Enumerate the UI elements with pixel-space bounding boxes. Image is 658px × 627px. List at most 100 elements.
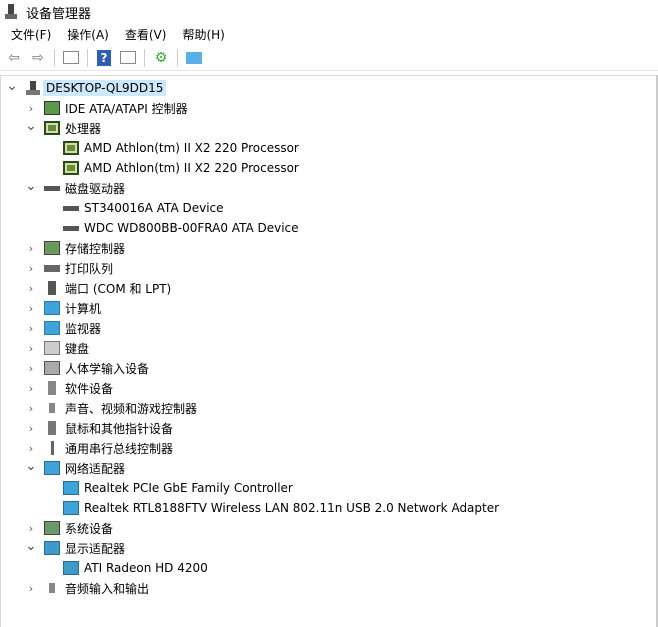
tree-item-label: 网络适配器 xyxy=(65,461,126,476)
chevron-right-icon[interactable]: › xyxy=(25,282,37,295)
tree-item[interactable]: WDC WD800BB-00FRA0 ATA Device xyxy=(1,218,656,238)
tree-item-label: WDC WD800BB-00FRA0 ATA Device xyxy=(84,221,299,235)
tree-item[interactable]: › 鼠标和其他指针设备 xyxy=(1,418,656,438)
tree-item-label: 显示适配器 xyxy=(65,541,126,556)
tree-item[interactable]: › 监视器 xyxy=(1,318,656,338)
help-icon[interactable]: ? xyxy=(94,49,114,67)
tree-item-label: Realtek PCIe GbE Family Controller xyxy=(84,481,293,495)
chevron-right-icon[interactable]: › xyxy=(25,242,37,255)
tree-item[interactable]: › 存储控制器 xyxy=(1,238,656,258)
chevron-right-icon[interactable]: › xyxy=(25,582,37,595)
computer-icon xyxy=(25,81,41,95)
tree-item[interactable]: › 音频输入和输出 xyxy=(1,578,656,598)
tree-item-label: 计算机 xyxy=(65,301,102,316)
title-bar: 设备管理器 xyxy=(0,0,658,24)
chevron-down-icon[interactable]: ⌄ xyxy=(25,178,37,194)
menu-action[interactable]: 操作(A) xyxy=(59,26,117,43)
tree-item[interactable]: › 软件设备 xyxy=(1,378,656,398)
forward-icon[interactable]: ⇨ xyxy=(28,49,48,67)
properties-pane-icon[interactable] xyxy=(118,49,138,67)
tree-item-label: Realtek RTL8188FTV Wireless LAN 802.11n … xyxy=(84,501,500,515)
tree-item-label: 系统设备 xyxy=(65,521,114,536)
tree-item-label: AMD Athlon(tm) II X2 220 Processor xyxy=(84,141,299,155)
tree-item-label: 键盘 xyxy=(65,341,90,356)
tree-item-label: 声音、视频和游戏控制器 xyxy=(65,401,198,416)
chevron-right-icon[interactable]: › xyxy=(25,322,37,335)
toolbar-separator xyxy=(54,48,55,67)
software-icon xyxy=(44,381,60,395)
display-icon xyxy=(63,561,79,575)
usb-icon xyxy=(44,441,60,455)
storage-icon xyxy=(44,241,60,255)
tree-item-label: 监视器 xyxy=(65,321,102,336)
menu-view[interactable]: 查看(V) xyxy=(117,26,175,43)
menu-help[interactable]: 帮助(H) xyxy=(174,26,232,43)
window-title: 设备管理器 xyxy=(26,6,92,22)
tree-item[interactable]: › 人体学输入设备 xyxy=(1,358,656,378)
tree-item[interactable]: › 打印队列 xyxy=(1,258,656,278)
tree-item[interactable]: › 通用串行总线控制器 xyxy=(1,438,656,458)
update-driver-icon[interactable]: ⚙ xyxy=(151,49,171,67)
show-hide-console-tree-icon[interactable] xyxy=(61,49,81,67)
tree-item[interactable]: › 计算机 xyxy=(1,298,656,318)
menu-file[interactable]: 文件(F) xyxy=(3,26,59,43)
tree-item-label: 音频输入和输出 xyxy=(65,581,150,596)
chevron-down-icon[interactable]: ⌄ xyxy=(25,458,37,474)
scan-hardware-icon[interactable] xyxy=(184,49,204,67)
tree-item-label: AMD Athlon(tm) II X2 220 Processor xyxy=(84,161,299,175)
chevron-right-icon[interactable]: › xyxy=(25,102,37,115)
mouse-icon xyxy=(44,421,60,435)
tree-item[interactable]: ST340016A ATA Device xyxy=(1,198,656,218)
tree-item[interactable]: › 系统设备 xyxy=(1,518,656,538)
tree-item-label: 磁盘驱动器 xyxy=(65,181,126,196)
tree-item-label: 打印队列 xyxy=(65,261,114,276)
chevron-right-icon[interactable]: › xyxy=(25,342,37,355)
tree-item[interactable]: › 声音、视频和游戏控制器 xyxy=(1,398,656,418)
tree-item-label: DESKTOP-QL9DD15 xyxy=(43,80,167,96)
tree-item-label: 鼠标和其他指针设备 xyxy=(65,421,174,436)
tree-item[interactable]: AMD Athlon(tm) II X2 220 Processor xyxy=(1,158,656,178)
chevron-right-icon[interactable]: › xyxy=(25,382,37,395)
tree-item-label: ATI Radeon HD 4200 xyxy=(84,561,208,575)
tree-item[interactable]: ATI Radeon HD 4200 xyxy=(1,558,656,578)
system-icon xyxy=(44,521,60,535)
chevron-down-icon[interactable]: ⌄ xyxy=(25,118,37,134)
hid-icon xyxy=(44,361,60,375)
monitor-icon xyxy=(44,301,60,315)
tree-item[interactable]: ⌄ 网络适配器 xyxy=(1,458,656,478)
display-icon xyxy=(44,541,60,555)
disk-icon xyxy=(63,201,79,215)
tree-item[interactable]: Realtek PCIe GbE Family Controller xyxy=(1,478,656,498)
device-tree[interactable]: ⌄ DESKTOP-QL9DD15 › IDE ATA/ATAPI 控制器 ⌄ 处理器 AM… xyxy=(0,75,656,627)
network-icon xyxy=(44,461,60,475)
chevron-right-icon[interactable]: › xyxy=(25,422,37,435)
chevron-right-icon[interactable]: › xyxy=(25,302,37,315)
tree-item[interactable]: ⌄ 处理器 xyxy=(1,118,656,138)
back-icon[interactable]: ⇦ xyxy=(4,49,24,67)
tree-item[interactable]: › IDE ATA/ATAPI 控制器 xyxy=(1,98,656,118)
tree-item-label: 软件设备 xyxy=(65,381,114,396)
chevron-right-icon[interactable]: › xyxy=(25,402,37,415)
device-manager-icon xyxy=(4,4,18,20)
chevron-down-icon[interactable]: ⌄ xyxy=(6,78,18,94)
tree-item-label: IDE ATA/ATAPI 控制器 xyxy=(65,101,188,116)
cpu-icon xyxy=(63,141,79,155)
cpu-icon xyxy=(44,121,60,135)
tree-item[interactable]: › 端口 (COM 和 LPT) xyxy=(1,278,656,298)
chevron-right-icon[interactable]: › xyxy=(25,522,37,535)
tree-item[interactable]: ⌄ DESKTOP-QL9DD15 xyxy=(1,78,656,98)
monitor-icon xyxy=(44,321,60,335)
printer-icon xyxy=(44,261,60,275)
chevron-right-icon[interactable]: › xyxy=(25,362,37,375)
tree-item-label: 通用串行总线控制器 xyxy=(65,441,174,456)
chevron-right-icon[interactable]: › xyxy=(25,262,37,275)
chevron-down-icon[interactable]: ⌄ xyxy=(25,538,37,554)
tree-item[interactable]: ⌄ 磁盘驱动器 xyxy=(1,178,656,198)
speaker-icon xyxy=(44,581,60,595)
tree-item[interactable]: ⌄ 显示适配器 xyxy=(1,538,656,558)
tree-item[interactable]: Realtek RTL8188FTV Wireless LAN 802.11n … xyxy=(1,498,656,518)
chevron-right-icon[interactable]: › xyxy=(25,442,37,455)
tree-item[interactable]: AMD Athlon(tm) II X2 220 Processor xyxy=(1,138,656,158)
tree-item[interactable]: › 键盘 xyxy=(1,338,656,358)
controller-icon xyxy=(44,101,60,115)
